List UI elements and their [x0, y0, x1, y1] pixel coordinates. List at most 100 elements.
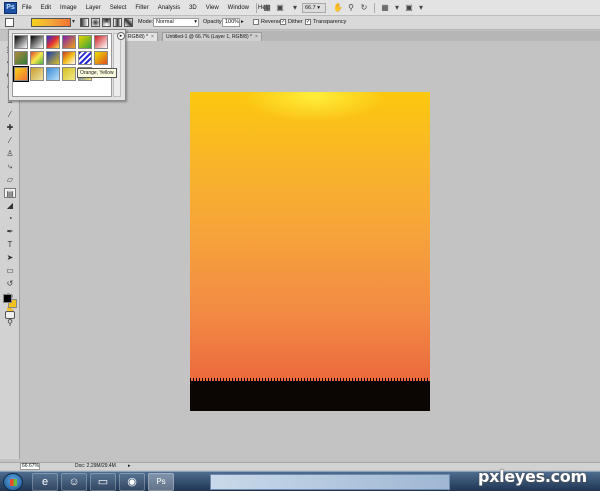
- type-icon[interactable]: T: [4, 240, 16, 250]
- arrange-documents-icon[interactable]: ▦: [380, 3, 390, 13]
- blur-icon[interactable]: ◢: [4, 201, 16, 211]
- chevron-down-icon[interactable]: ▾: [416, 3, 426, 13]
- gradient-preset-swatch[interactable]: [30, 51, 44, 65]
- gradient-preset-swatch[interactable]: [13, 66, 29, 82]
- dither-label: Dither: [288, 19, 303, 25]
- menu-3d[interactable]: 3D: [189, 5, 197, 11]
- hand-icon[interactable]: ✋: [333, 3, 343, 13]
- gradient-picker-scrollbar[interactable]: [113, 33, 121, 97]
- shape-icon[interactable]: ▭: [4, 266, 16, 276]
- gradient-preset-swatch[interactable]: [78, 51, 92, 65]
- photoshop-logo-icon[interactable]: Ps: [4, 2, 17, 14]
- menu-layer[interactable]: Layer: [86, 5, 101, 11]
- gradient-preset-swatch[interactable]: [78, 35, 92, 49]
- healing-icon[interactable]: ✚: [4, 123, 16, 133]
- separator: [256, 3, 257, 13]
- grass-silhouette: [190, 381, 430, 411]
- mode-label: Mode:: [138, 19, 154, 25]
- chevron-right-icon[interactable]: ▸: [241, 18, 244, 27]
- messenger-icon[interactable]: ☺: [61, 473, 87, 491]
- path-select-icon[interactable]: ➤: [4, 253, 16, 263]
- menu-window[interactable]: Window: [228, 5, 249, 11]
- opacity-input[interactable]: 100%: [222, 18, 240, 27]
- gradient-preset-swatch[interactable]: [62, 35, 76, 49]
- gradient-preset-swatch[interactable]: [14, 51, 28, 65]
- firefox-icon[interactable]: ◉: [119, 473, 145, 491]
- foreground-color-swatch[interactable]: [3, 294, 12, 303]
- zoom-icon[interactable]: ⚲: [4, 318, 16, 328]
- gradient-preset-swatch[interactable]: [46, 51, 60, 65]
- folder-icon[interactable]: ▭: [90, 473, 116, 491]
- menu-image[interactable]: Image: [60, 5, 77, 11]
- gradient-preset-swatch[interactable]: [14, 35, 28, 49]
- chevron-right-icon[interactable]: ▸: [128, 463, 131, 470]
- bridge-icon[interactable]: ▦: [262, 3, 272, 13]
- tab-label: Untitled-1 @ 66.7% (Layer 1, RGB/8) *: [166, 34, 252, 40]
- ie-icon[interactable]: e: [32, 473, 58, 491]
- menu-analysis[interactable]: Analysis: [158, 5, 180, 11]
- photoshop-icon[interactable]: Ps: [148, 473, 174, 491]
- gradient-preset-swatch[interactable]: [46, 67, 60, 81]
- document-canvas[interactable]: [190, 92, 430, 411]
- reverse-checkbox[interactable]: [253, 19, 259, 25]
- gradient-preset-list: [12, 33, 112, 97]
- gradient-picker-menu-button[interactable]: ▸: [117, 32, 125, 40]
- gradient-preview[interactable]: [31, 18, 71, 27]
- status-zoom-field[interactable]: 66.67%: [20, 463, 40, 470]
- document-info: Doc: 2.29M/29.4M: [75, 463, 116, 469]
- quick-mask-button[interactable]: [5, 311, 15, 319]
- gradient-tooltip: Orange, Yellow: [77, 68, 117, 78]
- linear-gradient-button[interactable]: [80, 18, 89, 27]
- menu-list: File Edit Image Layer Select Filter Analysis 3D…: [22, 0, 270, 16]
- menu-bar: Ps File Edit Image Layer Select Filter Analysi…: [0, 0, 600, 16]
- reflected-gradient-button[interactable]: [113, 18, 122, 27]
- menu-file[interactable]: File: [22, 5, 32, 11]
- menu-edit[interactable]: Edit: [41, 5, 51, 11]
- tool-preset-picker[interactable]: [5, 18, 14, 27]
- tab-label: RGB/8) *: [128, 34, 149, 40]
- mini-bridge-icon[interactable]: ▣: [275, 3, 285, 13]
- reverse-label: Reverse: [261, 19, 282, 25]
- eyedropper-icon[interactable]: ⁄: [4, 110, 16, 120]
- pen-icon[interactable]: ✒: [4, 227, 16, 237]
- gradient-icon[interactable]: ▤: [4, 188, 16, 198]
- chevron-down-icon[interactable]: ▾: [392, 3, 402, 13]
- gradient-preset-swatch[interactable]: [30, 67, 44, 81]
- brush-icon[interactable]: ⁄: [4, 136, 16, 146]
- radial-gradient-button[interactable]: [91, 18, 100, 27]
- gradient-preset-swatch[interactable]: [94, 51, 108, 65]
- angle-gradient-button[interactable]: [102, 18, 111, 27]
- menu-select[interactable]: Select: [110, 5, 127, 11]
- zoom-icon[interactable]: ⚲: [346, 3, 356, 13]
- close-icon[interactable]: ×: [151, 34, 154, 40]
- tab-document-1[interactable]: RGB/8) * ×: [124, 32, 158, 41]
- eraser-icon[interactable]: ▱: [4, 175, 16, 185]
- transparency-label: Transparency: [313, 19, 347, 25]
- gradient-preset-swatch[interactable]: [62, 51, 76, 65]
- menu-view[interactable]: View: [206, 5, 219, 11]
- rotate-view-icon[interactable]: ↻: [359, 3, 369, 13]
- history-brush-icon[interactable]: ⤷: [4, 162, 16, 172]
- watermark: pxleyes.com: [478, 467, 587, 486]
- gradient-preset-swatch[interactable]: [46, 35, 60, 49]
- view-extras-icon[interactable]: ▾: [290, 3, 300, 13]
- 3d-rotate-icon[interactable]: ↺: [4, 279, 16, 289]
- opacity-label: Opacity:: [203, 19, 224, 25]
- clone-stamp-icon[interactable]: ♙: [4, 149, 16, 159]
- mode-select[interactable]: Normal ▾: [153, 18, 199, 27]
- chevron-down-icon[interactable]: ▾: [72, 18, 75, 25]
- transparency-checkbox[interactable]: ✓: [305, 19, 311, 25]
- dodge-icon[interactable]: ◔: [4, 214, 16, 224]
- start-button[interactable]: [3, 473, 23, 491]
- dither-checkbox[interactable]: ✓: [280, 19, 286, 25]
- zoom-level-field[interactable]: 66.7 ▾: [302, 3, 326, 13]
- gradient-preset-swatch[interactable]: [30, 35, 44, 49]
- screen-mode-icon[interactable]: ▣: [404, 3, 414, 13]
- taskbar-window-preview[interactable]: [210, 474, 450, 490]
- gradient-preset-swatch[interactable]: [62, 67, 76, 81]
- close-icon[interactable]: ×: [255, 34, 258, 40]
- tab-document-2[interactable]: Untitled-1 @ 66.7% (Layer 1, RGB/8) * ×: [162, 32, 262, 41]
- gradient-preset-swatch[interactable]: [94, 35, 108, 49]
- menu-filter[interactable]: Filter: [135, 5, 148, 11]
- diamond-gradient-button[interactable]: [124, 18, 133, 27]
